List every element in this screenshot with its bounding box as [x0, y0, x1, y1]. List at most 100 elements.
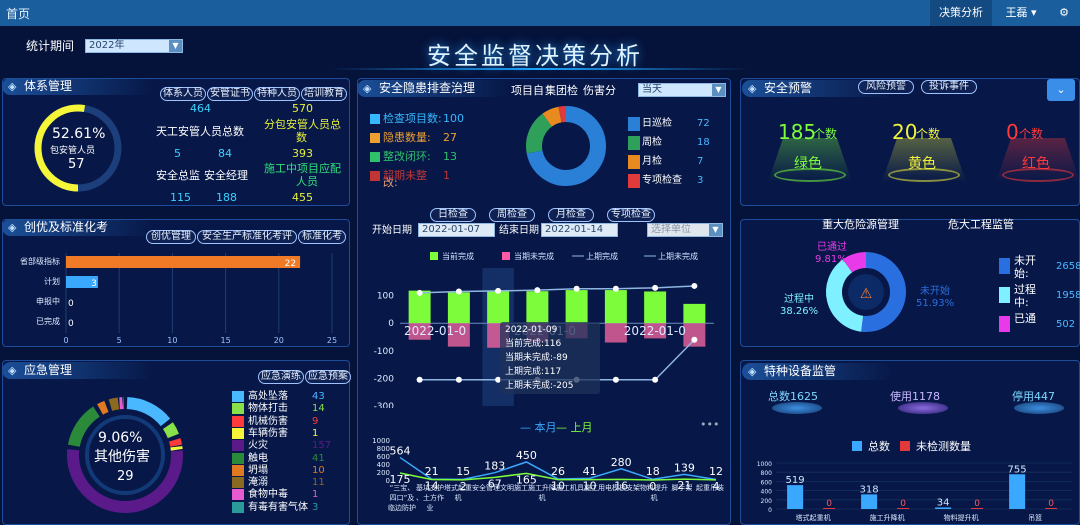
x-tick-label: 脚手架 [672, 483, 693, 492]
hazard-tab-self[interactable]: 项目自 [511, 84, 544, 97]
bar-current [644, 291, 667, 324]
emer-legend-label: 物体打击 [248, 403, 288, 415]
value-570: 570 [292, 102, 313, 115]
x-tick-label: 吊篮 [1028, 513, 1042, 522]
emer-legend-value: 43 [312, 391, 325, 402]
innov-bar-chart: 0 5 10 15 20 25 省部级指标 22 计划 3 申报中 0 已完成 0 [20, 253, 337, 344]
donut-slice [168, 438, 183, 447]
warn-count: 20 [892, 120, 918, 144]
y-tick-label: -100 [374, 347, 395, 357]
x-tick-label: 0 [63, 336, 68, 344]
hazard-stat-value: 27 [443, 131, 457, 144]
x-tick-label: 5 [117, 336, 122, 344]
bar [66, 256, 301, 268]
bar-current [604, 290, 627, 324]
hazard-legend-swatch [628, 136, 640, 150]
bar-value-label: 0 [68, 319, 74, 329]
emer-legend-value: 3 [312, 501, 319, 513]
major-legend-label-1: 未开 [1014, 254, 1036, 267]
bar-current [565, 290, 588, 324]
series-point [455, 376, 462, 383]
gear-icon[interactable]: ⚙ [1052, 0, 1076, 26]
tab-special-check[interactable]: 专项检查 [607, 208, 655, 222]
unit-select[interactable]: 选择单位 ▼ [647, 223, 723, 237]
more-icon[interactable]: ••• [700, 418, 719, 431]
period-value: 2022年 [89, 40, 125, 51]
legend-unchecked-swatch [900, 441, 910, 451]
tab-daily-check[interactable]: 日检查 [430, 208, 476, 222]
hazard-stat-swatch [370, 152, 380, 162]
major-legend-label-1: 已通 [1014, 312, 1036, 325]
category-label: 计划 [44, 276, 60, 286]
hazard-legend-value: 7 [697, 156, 704, 167]
major-legend-label-2: 始: [1014, 267, 1029, 280]
end-date-input[interactable]: 2022-01-14 [541, 223, 618, 237]
hazard-date-select[interactable]: 当天 ▼ [638, 83, 726, 97]
chevron-down-icon[interactable]: ⌄ [1047, 79, 1075, 101]
hazard-legend-swatch [628, 117, 640, 131]
hazard-stat-label: 隐患数量: [383, 131, 431, 144]
tab-weekly-check[interactable]: 周检查 [489, 208, 535, 222]
start-date-input[interactable]: 2022-01-07 [418, 223, 495, 237]
pill-plan[interactable]: 应急预案 [305, 370, 351, 384]
bar-unchecked-label: 0 [1048, 499, 1054, 509]
pie-slice [542, 106, 562, 127]
bottom-line-chart: 0200400600800100056421 15 18345026 4128018 1… [372, 438, 724, 512]
x-tick-label: 施工升降机 [870, 513, 905, 522]
pill-system-staff[interactable]: 体系人员 [160, 87, 206, 101]
emer-legend-value: 9 [312, 415, 319, 427]
hazard-tab-group[interactable]: 集团检 [545, 84, 578, 97]
x-tick-label: 机 [539, 493, 546, 502]
x-tick-label: 模板支架 [612, 483, 640, 492]
emer-legend-value: 10 [312, 464, 325, 476]
warn-unit: 个数 [813, 127, 838, 141]
pill-standardization[interactable]: 安全生产标准化考评 [197, 230, 297, 244]
major-proc-pct: 38.26% [780, 306, 819, 317]
x-tick-label: 安全管理 [472, 483, 500, 492]
pill-training[interactable]: 培训教育 [301, 87, 347, 101]
brand[interactable]: 首页 [6, 5, 30, 22]
tab-monthly-check[interactable]: 月检查 [548, 208, 594, 222]
emer-legend-label: 机械伤害 [248, 415, 288, 427]
series-point [416, 376, 423, 383]
hazard-tab-injury[interactable]: 伤害分 [583, 84, 616, 97]
major-passed-pct: 9.81% [815, 254, 847, 265]
user-menu[interactable]: 王磊 ▾ [996, 0, 1046, 26]
hazard-legend-swatch [628, 174, 640, 188]
pill-award[interactable]: 创优管理 [146, 230, 196, 244]
tooltip-line-1: 当前完成:116 [505, 339, 562, 349]
category-label: 省部级指标 [20, 256, 60, 266]
x-tick-label: 临边防护 [388, 503, 416, 512]
legend-last-month: — 上月 [556, 421, 593, 434]
end-date-label: 结束日期 [499, 225, 539, 236]
x-tick-label: 业 [427, 503, 434, 512]
value-115: 115 [170, 191, 191, 204]
pill-special-staff[interactable]: 特种人员 [254, 87, 300, 101]
pie-slice [558, 106, 567, 123]
y-tick-label: 600 [761, 479, 773, 486]
major-title: 重大危险源管理 [822, 218, 899, 231]
label-total-staff: 天工安管人员总数 [156, 125, 244, 138]
pill-cert[interactable]: 安管证书 [207, 87, 253, 101]
start-date-label: 开始日期 [372, 225, 412, 236]
pill-risk-warning[interactable]: 风险预警 [858, 80, 914, 94]
series-point [573, 285, 580, 292]
bar-value-label: 3 [91, 279, 97, 289]
period-label: 统计期间 [26, 39, 75, 53]
legend-total: 总数 [868, 440, 890, 453]
pill-complaint[interactable]: 投诉事件 [921, 80, 977, 94]
nav-decision-analysis[interactable]: 决策分析 [930, 0, 992, 26]
y-tick-label: 400 [761, 489, 773, 496]
emer-title: 应急管理 [2, 362, 152, 379]
period-select[interactable]: 2022年 ▼ [85, 39, 183, 53]
hazard-donut [526, 106, 606, 186]
series-point [652, 376, 659, 383]
y-tick-label: 800 [761, 470, 773, 477]
pill-std-eval[interactable]: 标准化考 [298, 230, 346, 244]
bar-total-label: 34 [937, 497, 950, 508]
bar-current [447, 292, 470, 324]
data-label: 26 [551, 465, 565, 478]
data-label: 21 [425, 465, 439, 478]
bar-current [487, 291, 510, 324]
pill-drill[interactable]: 应急演练 [258, 370, 304, 384]
